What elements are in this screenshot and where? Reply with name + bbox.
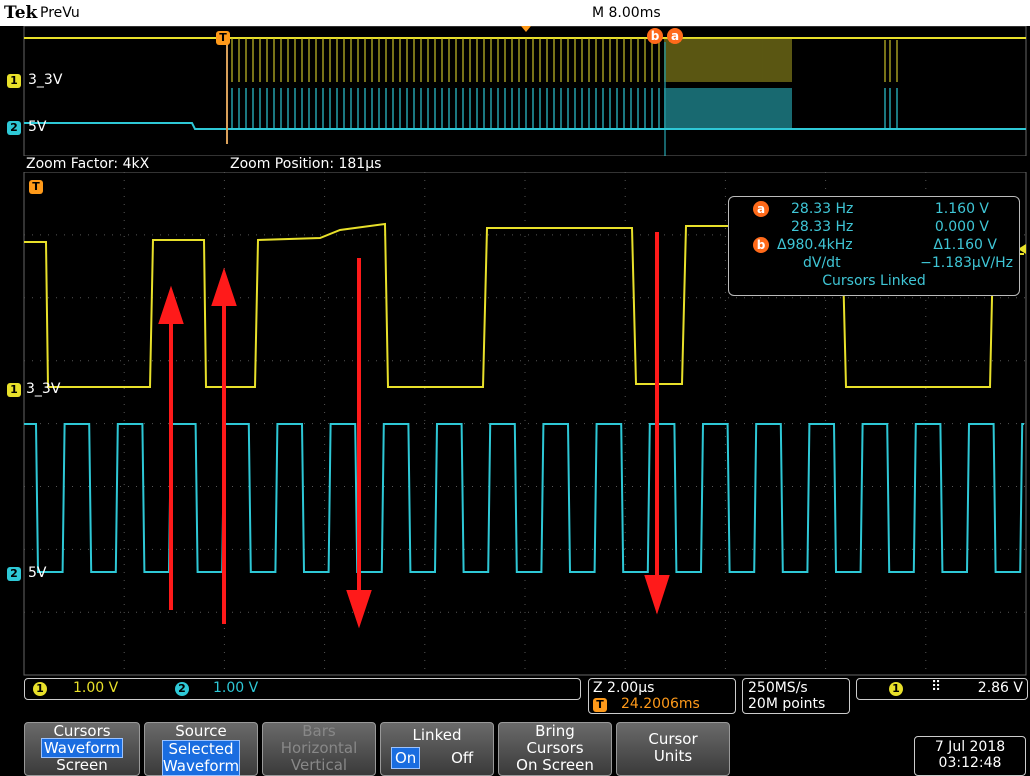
source-selected-2: Waveform	[162, 757, 240, 775]
trigger-pos-icon: T	[593, 698, 607, 712]
linked-on[interactable]: On	[391, 747, 421, 769]
dvdt-value: −1.183μV/Hz	[920, 255, 1013, 271]
bring-l2: Cursors	[526, 739, 584, 757]
bring-cursors-button[interactable]: Bring Cursors On Screen	[498, 722, 612, 776]
cursors-linked-text: Cursors Linked	[822, 273, 926, 289]
ch1-marker-icon: 1	[7, 74, 21, 88]
dvdt-label: dV/dt	[803, 255, 841, 271]
cursor-b-volt: 0.000 V	[934, 219, 989, 235]
cursor-a-volt: 1.160 V	[934, 201, 989, 217]
cursor-a-icon: a	[753, 201, 769, 217]
bars-title: Bars	[302, 722, 336, 740]
record-length: 20M points	[748, 696, 826, 712]
ch2-scale: 1.00 V	[213, 680, 259, 696]
ch1-scale-icon: 1	[33, 682, 47, 696]
delta-volt: Δ1.160 V	[933, 237, 997, 253]
ch2-marker-icon: 2	[7, 121, 21, 135]
cursor-b-freq: 28.33 Hz	[791, 219, 854, 235]
header-bar	[0, 0, 1030, 26]
bars-vertical: Vertical	[290, 756, 348, 774]
channel-scale-bar[interactable]: 1 1.00 V 2 1.00 V	[24, 678, 581, 700]
cursors-mode-selected: Waveform	[40, 738, 124, 758]
cursor-b-icon[interactable]: b	[647, 28, 663, 44]
time: 03:12:48	[938, 755, 1002, 771]
overview-ch2-label: 5V	[28, 119, 47, 135]
acq-mode: PreVu	[40, 5, 80, 21]
cursor-readout-panel: a 28.33 Hz 1.160 V 28.33 Hz 0.000 V b Δ9…	[728, 196, 1020, 296]
source-title: Source	[175, 722, 227, 740]
cursor-b-icon: b	[753, 237, 769, 253]
trigger-source-icon: 1	[889, 682, 903, 696]
cursor-a-icon[interactable]: a	[667, 28, 683, 44]
zoom-scale-box[interactable]: Z 2.00μs T 24.2006ms	[588, 678, 736, 714]
trigger-marker-icon: T	[216, 31, 230, 45]
zoom-scale: Z 2.00μs	[593, 680, 655, 696]
date: 7 Jul 2018	[934, 739, 1006, 755]
rising-edge-icon: ⠿	[931, 679, 942, 695]
overview-waveform	[23, 26, 1027, 156]
overview-ch1-label: 3_3V	[28, 72, 63, 88]
main-ch1-label: 3_3V	[26, 381, 61, 397]
zoom-factor: Zoom Factor: 4kX	[26, 156, 150, 172]
trigger-box[interactable]: 1 ⠿ 2.86 V	[856, 678, 1028, 700]
main-ch2-label: 5V	[28, 565, 47, 581]
ch2-scale-icon: 2	[175, 682, 189, 696]
zoom-position: Zoom Position: 181μs	[230, 156, 382, 172]
trigger-position-icon: T	[29, 180, 43, 194]
datetime-box[interactable]: 7 Jul 2018 03:12:48	[914, 736, 1026, 776]
cursors-mode-other: Screen	[56, 756, 108, 774]
units-l1: Cursor	[648, 730, 698, 748]
trigger-level: 2.86 V	[977, 680, 1023, 696]
cursor-units-button[interactable]: Cursor Units	[616, 722, 730, 776]
cursors-mode-button[interactable]: Cursors Waveform Screen	[24, 722, 140, 776]
ch1-marker-icon: 1	[7, 383, 21, 397]
ch1-scale: 1.00 V	[73, 680, 119, 696]
bars-horizontal: Horizontal	[280, 739, 358, 757]
source-button[interactable]: Source Selected Waveform	[144, 722, 258, 776]
trigger-position: 24.2006ms	[621, 696, 700, 712]
source-selected-1: Selected	[168, 740, 234, 758]
units-l2: Units	[653, 747, 693, 765]
bring-l3: On Screen	[516, 756, 594, 774]
bars-button[interactable]: Bars Horizontal Vertical	[262, 722, 376, 776]
brand-logo: Tek	[4, 3, 38, 23]
timebase-readout[interactable]: M 8.00ms	[592, 5, 661, 21]
cursor-a-freq: 28.33 Hz	[791, 201, 854, 217]
delta-freq: Δ980.4kHz	[777, 237, 853, 253]
acquisition-box[interactable]: 250MS/s 20M points	[742, 678, 850, 714]
linked-off[interactable]: Off	[451, 749, 473, 767]
sample-rate: 250MS/s	[748, 680, 808, 696]
linked-title: Linked	[412, 726, 462, 744]
ch2-marker-icon: 2	[7, 567, 21, 581]
overview-frame	[23, 26, 1027, 156]
bring-l1: Bring	[535, 722, 575, 740]
linked-button[interactable]: Linked On Off	[380, 722, 494, 776]
